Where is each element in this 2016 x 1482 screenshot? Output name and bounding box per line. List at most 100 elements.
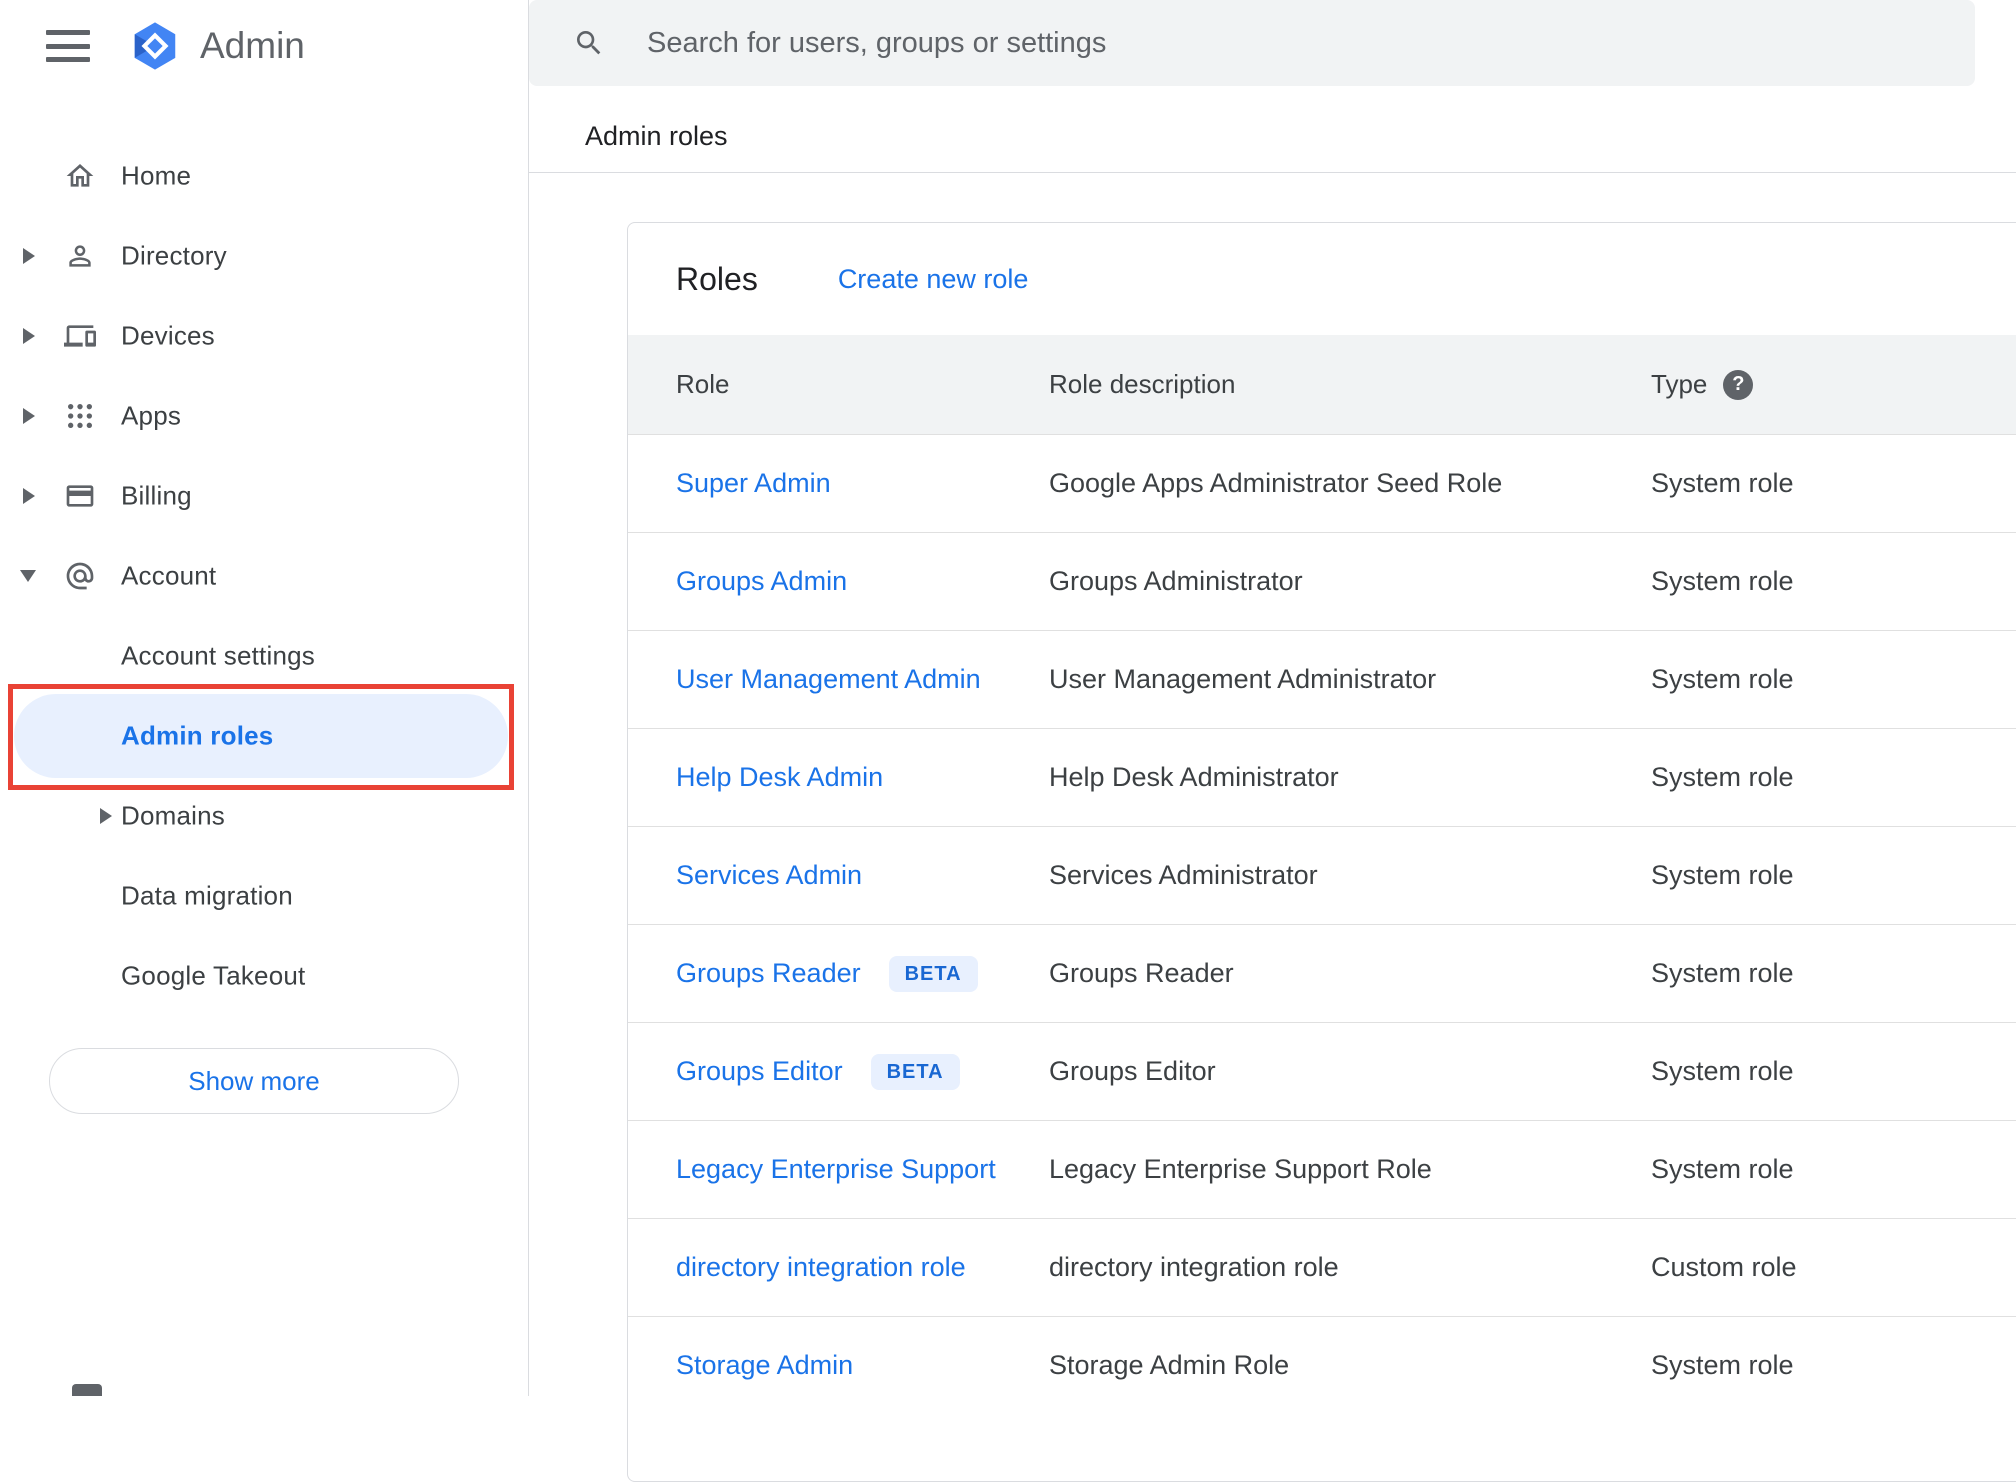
person-icon [64,240,96,272]
table-row: Groups Admin Groups Administrator System… [628,532,2016,630]
role-link[interactable]: Groups Editor [676,1056,843,1087]
role-description: Groups Reader [1049,958,1234,988]
sidebar-item-devices[interactable]: Devices [0,296,528,376]
billing-card-icon [64,480,96,512]
sidebar-item-label: Data migration [121,880,293,911]
role-description: Groups Administrator [1049,566,1303,596]
search-bar[interactable] [529,0,1975,86]
sidebar: Admin Home Directory Devices Apps Billin… [0,0,529,1396]
chevron-right-icon [23,248,35,264]
role-description: directory integration role [1049,1252,1339,1282]
create-new-role-link[interactable]: Create new role [838,264,1029,295]
chevron-right-icon [23,488,35,504]
breadcrumb: Admin roles [585,121,728,151]
beta-badge: BETA [870,1053,960,1090]
role-link[interactable]: Legacy Enterprise Support [676,1154,996,1185]
sidebar-item-data-migration[interactable]: Data migration [0,856,528,936]
search-icon[interactable] [573,27,605,59]
role-type: System role [1651,664,1794,694]
sidebar-item-apps[interactable]: Apps [0,376,528,456]
table-row: Storage Admin Storage Admin Role System … [628,1316,2016,1414]
sidebar-item-label: Admin roles [121,720,274,751]
table-row: Help Desk Admin Help Desk Administrator … [628,728,2016,826]
role-type: System role [1651,566,1794,596]
chevron-right-icon [100,808,112,824]
role-description: Help Desk Administrator [1049,762,1339,792]
role-type: System role [1651,860,1794,890]
help-icon[interactable]: ? [1723,369,1754,400]
partially-visible-icon [72,1384,102,1396]
role-type: System role [1651,1056,1794,1086]
role-type: System role [1651,958,1794,988]
app-title: Admin [200,25,305,66]
beta-badge: BETA [888,955,978,992]
sidebar-item-domains[interactable]: Domains [0,776,528,856]
role-type: System role [1651,1350,1794,1380]
sidebar-item-home[interactable]: Home [0,136,528,216]
table-row: Services Admin Services Administrator Sy… [628,826,2016,924]
table-header-row: Role Role description Type ? [628,335,2016,434]
page-title: Roles [676,260,758,297]
sidebar-item-label: Directory [121,240,227,271]
sidebar-item-account-settings[interactable]: Account settings [0,616,528,696]
role-link[interactable]: Groups Admin [676,566,847,597]
sidebar-item-label: Home [121,160,192,191]
column-header-type-label: Type [1651,369,1708,399]
chevron-right-icon [23,408,35,424]
at-sign-icon [64,560,96,592]
sidebar-item-label: Apps [121,400,182,431]
header-divider [529,172,2016,173]
role-type: System role [1651,1154,1794,1184]
table-row: Groups Reader BETA Groups Reader System … [628,924,2016,1022]
show-more-button[interactable]: Show more [49,1048,459,1114]
role-description: Groups Editor [1049,1056,1216,1086]
sidebar-item-label: Google Takeout [121,960,306,991]
sidebar-item-label: Account [121,560,217,591]
admin-logo-icon[interactable] [128,19,182,73]
role-description: Storage Admin Role [1049,1350,1290,1380]
sidebar-item-admin-roles[interactable]: Admin roles [0,694,528,778]
table-row: Legacy Enterprise Support Legacy Enterpr… [628,1120,2016,1218]
roles-card-header: Roles Create new role [628,223,2016,335]
role-description: Services Administrator [1049,860,1318,890]
roles-card: Roles Create new role Role Role descript… [627,222,2016,1482]
table-row: User Management Admin User Management Ad… [628,630,2016,728]
sidebar-item-label: Domains [121,800,225,831]
sidebar-item-label: Account settings [121,640,315,671]
table-row: Groups Editor BETA Groups Editor System … [628,1022,2016,1120]
home-icon [64,160,96,192]
role-link[interactable]: Groups Reader [676,958,861,989]
sidebar-item-google-takeout[interactable]: Google Takeout [0,936,528,1016]
role-type: System role [1651,468,1794,498]
sidebar-nav: Home Directory Devices Apps Billing Acco… [0,136,528,1016]
table-row: Super Admin Google Apps Administrator Se… [628,434,2016,532]
column-header-role-description: Role description [1049,369,1236,399]
column-header-type: Type ? [1651,369,2016,400]
role-type: System role [1651,762,1794,792]
sidebar-item-account[interactable]: Account [0,536,528,616]
role-link[interactable]: Help Desk Admin [676,762,883,793]
role-link[interactable]: directory integration role [676,1252,966,1283]
apps-grid-icon [64,400,96,432]
sidebar-item-directory[interactable]: Directory [0,216,528,296]
devices-icon [64,320,96,352]
sidebar-header: Admin [0,0,305,92]
role-link[interactable]: Super Admin [676,468,831,499]
search-input[interactable] [645,25,1975,61]
role-description: Legacy Enterprise Support Role [1049,1154,1432,1184]
sidebar-item-label: Billing [121,480,192,511]
chevron-down-icon [20,570,36,582]
role-link[interactable]: Services Admin [676,860,862,891]
table-row: directory integration role directory int… [628,1218,2016,1316]
menu-icon[interactable] [46,30,90,62]
main-content: Admin roles Roles Create new role Role R… [529,0,2016,1482]
role-type: Custom role [1651,1252,1797,1282]
role-link[interactable]: Storage Admin [676,1350,853,1381]
role-description: Google Apps Administrator Seed Role [1049,468,1503,498]
column-header-role: Role [676,369,730,399]
sidebar-item-billing[interactable]: Billing [0,456,528,536]
role-description: User Management Administrator [1049,664,1437,694]
chevron-right-icon [23,328,35,344]
sidebar-item-label: Devices [121,320,215,351]
role-link[interactable]: User Management Admin [676,664,981,695]
